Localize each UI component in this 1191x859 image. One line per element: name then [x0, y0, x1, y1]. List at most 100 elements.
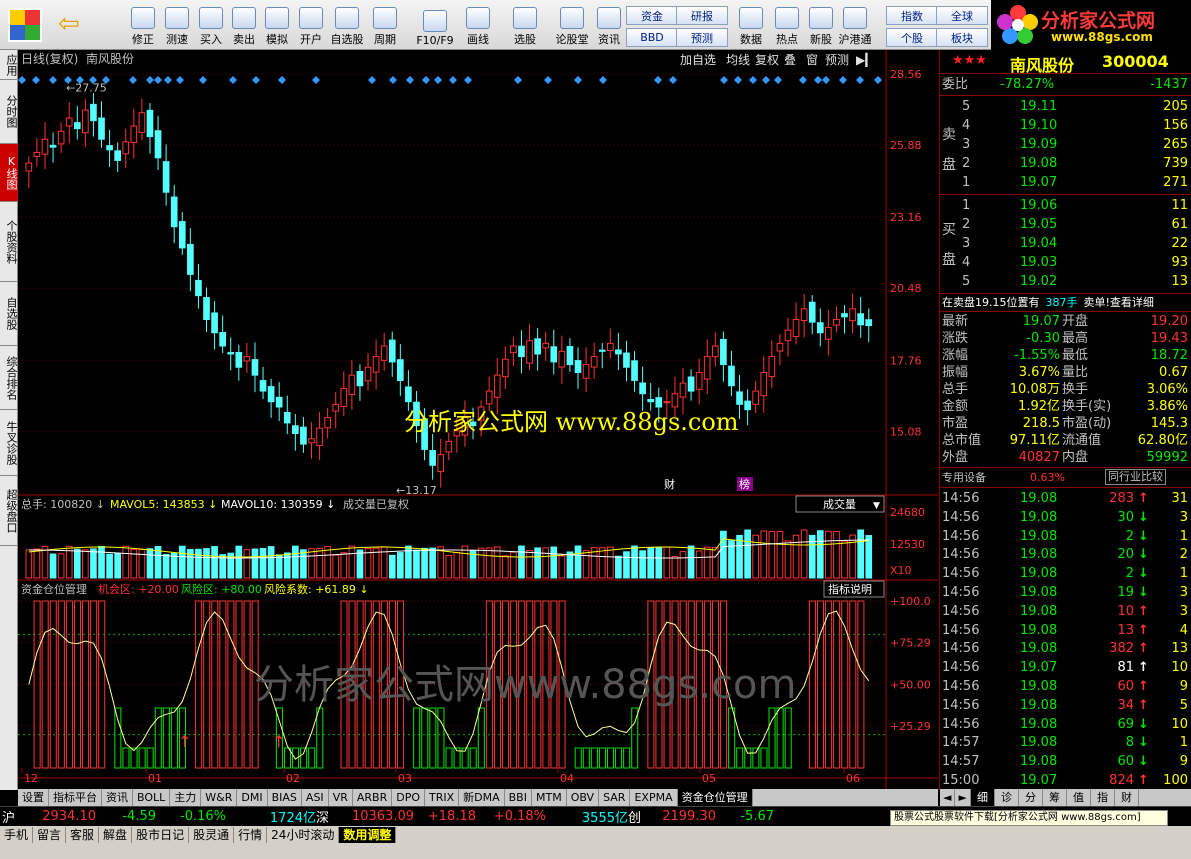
quick-button[interactable]: 指数 [886, 6, 938, 25]
indicator-tab[interactable]: 设置 [18, 789, 49, 806]
toolbar-button-f10[interactable]: F10/F9 [416, 3, 454, 47]
status-link[interactable]: 股市日记 [132, 827, 190, 843]
toolbar-button-arrow-updown[interactable]: 修正 [124, 3, 162, 47]
status-link[interactable]: 手机 [0, 827, 34, 843]
indicator-tab[interactable]: BIAS [268, 789, 302, 806]
toolbar-button-doc[interactable]: 新股 [802, 3, 840, 47]
quote-tab[interactable]: 指 [1091, 789, 1115, 806]
buy-price[interactable]: 19.06 [1020, 197, 1057, 214]
expand-icon[interactable]: ▶▎ [856, 52, 874, 67]
indicator-tab[interactable]: MTM [532, 789, 567, 806]
sell-price[interactable]: 19.08 [1020, 155, 1057, 172]
toolbar-button-pen[interactable]: 画线 [459, 3, 497, 47]
left-nav-tab[interactable]: 牛叉诊股 [0, 410, 18, 476]
industry-name[interactable]: 专用设备 [942, 469, 986, 486]
left-nav-tab[interactable]: 分时图 [0, 80, 18, 144]
status-link[interactable]: 客服 [66, 827, 100, 843]
back-arrow-icon[interactable]: ⇦ [58, 10, 90, 38]
left-nav-tab[interactable]: 个股资料 [0, 202, 18, 282]
buy-price[interactable]: 19.03 [1020, 254, 1057, 271]
toolbar-button-lock[interactable]: 开户 [292, 3, 330, 47]
status-link[interactable]: 股灵通 [189, 827, 235, 843]
indicator-tab[interactable]: 主力 [170, 789, 202, 806]
indicator-tab[interactable]: VR [329, 789, 353, 806]
indicator-tab[interactable]: 资金仓位管理 [677, 789, 753, 806]
quote-tab[interactable]: 筹 [1043, 789, 1067, 806]
toolbar-button-monitor[interactable]: 选股 [506, 3, 544, 47]
quote-tab[interactable]: 分 [1019, 789, 1043, 806]
indicator-tab[interactable]: 指标平台 [49, 789, 102, 806]
indicator-tab[interactable]: 资讯 [102, 789, 133, 806]
indicator-tab[interactable]: EXPMA [630, 789, 678, 806]
toolbar-button-hk[interactable]: 沪港通 [836, 3, 874, 47]
toolbar-button-clock[interactable]: 测速 [158, 3, 196, 47]
rank-marker[interactable]: 榜 [739, 477, 750, 491]
quote-tab[interactable]: 细 [970, 789, 995, 806]
toolbar-button-cycle[interactable]: 周期 [366, 3, 404, 47]
toolbar-button-news[interactable]: 资讯 [590, 3, 628, 47]
indicator-tab[interactable]: OBV [567, 789, 600, 806]
sell-price[interactable]: 19.10 [1020, 117, 1057, 134]
chart-header-button[interactable]: 均线 [726, 53, 750, 67]
order-notice[interactable]: 在卖盘19.15位置有 387手 卖单!查看详细 [942, 295, 1191, 310]
buy-price[interactable]: 19.04 [1020, 235, 1057, 252]
toolbar-button-forum[interactable]: 论股堂 [553, 3, 591, 47]
volume-bar [550, 546, 558, 579]
indicator-tab[interactable]: W&R [201, 789, 238, 806]
left-nav-tab[interactable]: 超级盘口 [0, 476, 18, 546]
quick-button[interactable]: 预测 [676, 28, 728, 47]
quick-button[interactable]: 个股 [886, 28, 938, 47]
down-arrow-icon: ↓ [1138, 509, 1149, 525]
indicator-tab[interactable]: ARBR [353, 789, 393, 806]
chart-header-button[interactable]: 叠 [784, 53, 796, 67]
left-nav-tab[interactable]: 综合排名 [0, 346, 18, 410]
quick-button[interactable]: 板块 [936, 28, 988, 47]
left-nav-tab[interactable]: 应用 [0, 50, 18, 80]
quick-button[interactable]: 资金 [626, 6, 678, 25]
price-tick: 20.48 [890, 282, 922, 295]
left-nav-tab[interactable]: K线图 [0, 144, 18, 202]
indicator-tab[interactable]: BOLL [133, 789, 171, 806]
buy-price[interactable]: 19.02 [1020, 273, 1057, 290]
ad-banner[interactable]: 股票公式股票软件下载[分析家公式网 www.88gs.com] [890, 810, 1168, 826]
quote-tab[interactable]: 诊 [995, 789, 1019, 806]
tick-price: 19.08 [1020, 491, 1058, 506]
status-link[interactable]: 24小时滚动 [267, 827, 340, 843]
left-nav-tab[interactable]: 自选股 [0, 282, 18, 346]
scroll-left-icon[interactable]: ◄ [940, 789, 956, 806]
quick-button[interactable]: 全球 [936, 6, 988, 25]
indicator-tab[interactable]: TRIX [425, 789, 460, 806]
chart-header-button[interactable]: 窗 [806, 53, 818, 67]
indicator-tab[interactable]: SAR [599, 789, 631, 806]
quote-tab[interactable]: 财 [1115, 789, 1139, 806]
buy-price[interactable]: 19.05 [1020, 216, 1057, 233]
quick-button[interactable]: BBD [626, 28, 678, 47]
finance-marker[interactable]: 财 [664, 477, 675, 491]
quote-tab[interactable]: 值 [1067, 789, 1091, 806]
status-link[interactable]: 解盘 [99, 827, 133, 843]
toolbar-button-star-list[interactable]: 自选股 [328, 3, 366, 47]
chart-header-button[interactable]: 加自选 [680, 53, 716, 67]
toolbar-button-hammer[interactable]: 模拟 [258, 3, 296, 47]
candle-body [235, 352, 243, 368]
toolbar-button-hot[interactable]: 热点 [768, 3, 806, 47]
indicator-tab[interactable]: DMI [237, 789, 268, 806]
indicator-tab[interactable]: 新DMA [459, 789, 505, 806]
toolbar-button-pe[interactable]: 数据 [732, 3, 770, 47]
sell-price[interactable]: 19.11 [1020, 98, 1057, 115]
indicator-tab[interactable]: DPO [392, 789, 425, 806]
indicator-tab[interactable]: ASI [302, 789, 329, 806]
status-link[interactable]: 数用调整 [339, 827, 397, 843]
chart-header-button[interactable]: 预测 [825, 53, 849, 67]
status-link[interactable]: 行情 [234, 827, 268, 843]
industry-compare-button[interactable]: 同行业比较 [1105, 469, 1166, 485]
chart-header-button[interactable]: 复权 [755, 53, 779, 67]
status-link[interactable]: 留言 [33, 827, 67, 843]
sell-price[interactable]: 19.07 [1020, 174, 1057, 191]
scroll-right-icon[interactable]: ► [955, 789, 971, 806]
sell-price[interactable]: 19.09 [1020, 136, 1057, 153]
windows-icon[interactable] [8, 8, 42, 42]
quick-button[interactable]: 研报 [676, 6, 728, 25]
sell-volume: 739 [1163, 156, 1188, 171]
indicator-tab[interactable]: BBI [505, 789, 532, 806]
